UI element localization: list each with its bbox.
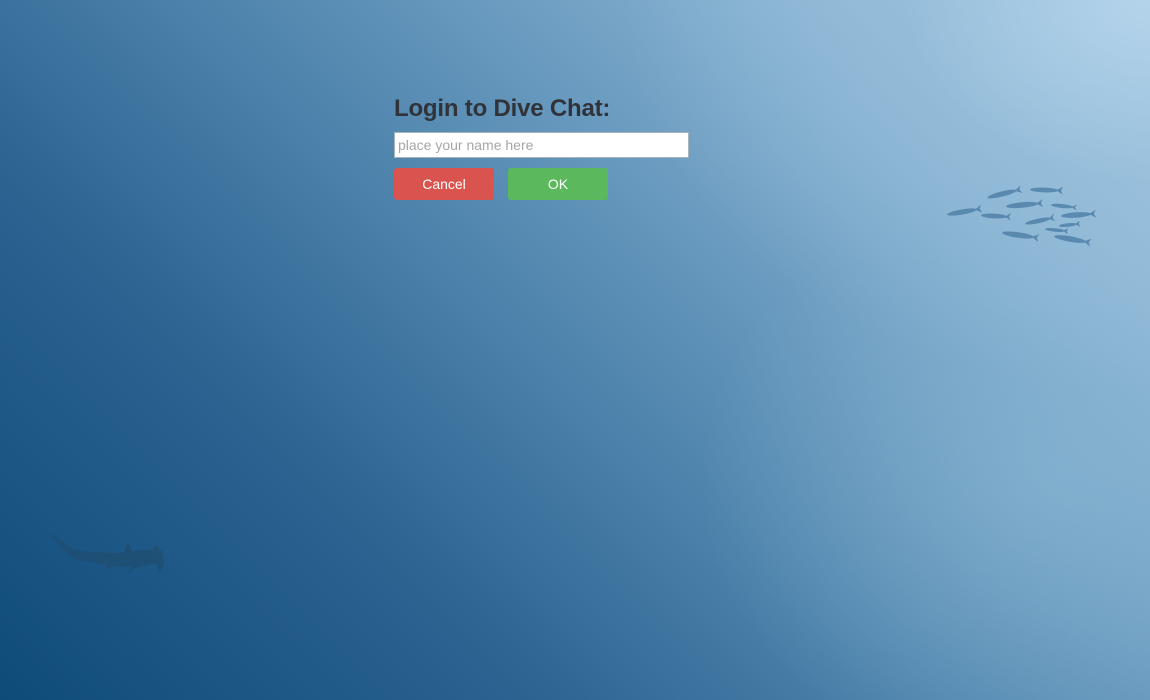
login-dialog: Login to Dive Chat: Cancel OK xyxy=(394,94,694,200)
cancel-button[interactable]: Cancel xyxy=(394,168,494,200)
fish-school-icon xyxy=(947,185,1097,247)
hammerhead-shark-icon xyxy=(50,534,164,573)
login-title: Login to Dive Chat: xyxy=(394,95,611,122)
ok-button[interactable]: OK xyxy=(508,168,608,200)
button-row: Cancel OK xyxy=(394,168,694,200)
name-input[interactable] xyxy=(394,132,689,158)
